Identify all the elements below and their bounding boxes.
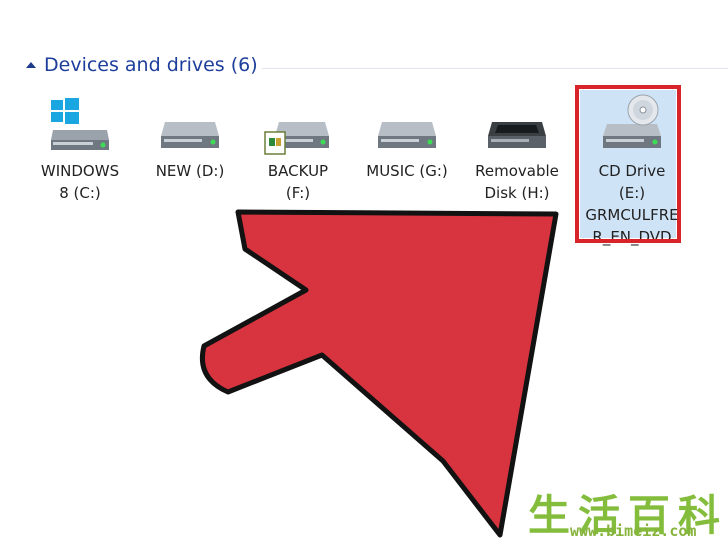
watermark-url: www.bimeiz.com [570,522,697,540]
red-arrow-annotation [200,209,559,538]
watermark: 生活百科 www.bimeiz.com [518,482,728,546]
